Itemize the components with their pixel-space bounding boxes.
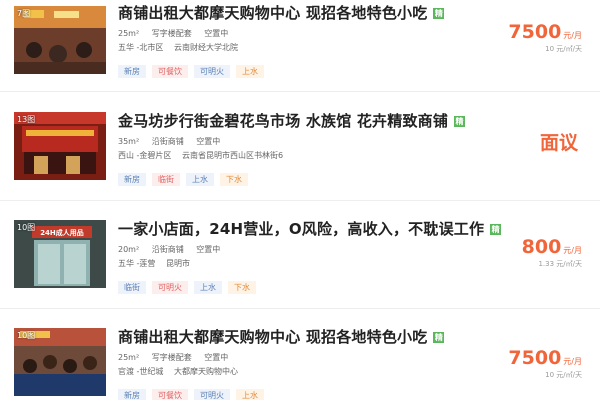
listing-meta: 25m² 写字楼配套 空置中 xyxy=(118,352,238,363)
listing-photo[interactable]: 10图 xyxy=(14,328,106,396)
divider xyxy=(0,91,600,92)
photo-count: 10图 xyxy=(17,331,36,340)
feature: 空置中 xyxy=(196,245,221,254)
unit-price: 10 元/㎡/天 xyxy=(545,371,582,379)
feature: 沿街商铺 xyxy=(151,137,184,146)
tag: 可明火 xyxy=(194,65,230,78)
unit-price: 10 元/㎡/天 xyxy=(545,45,582,53)
listing-card[interactable]: 10图 商铺出租大都摩天购物中心 现招各地特色小吃精 25m² 写字楼配套 空置… xyxy=(0,314,600,400)
listing-title[interactable]: 一家小店面，24H营业，O风险，高收入，不耽误工作精 xyxy=(118,218,502,239)
listing-card[interactable]: 24H成人用品 10图 一家小店面，24H营业，O风险，高收入，不耽误工作精 2… xyxy=(0,206,600,306)
tag: 可明火 xyxy=(152,281,188,294)
verified-badge: 精 xyxy=(454,116,466,127)
price: 7500 xyxy=(508,21,562,43)
price-block: 7500 元/月 10 元/㎡/天 xyxy=(508,347,582,380)
price-negotiable: 面议 xyxy=(539,132,578,154)
listing-title[interactable]: 商铺出租大都摩天购物中心 现招各地特色小吃精 xyxy=(118,2,445,23)
price-block: 7500 元/月 10 元/㎡/天 xyxy=(508,21,582,54)
listing-photo[interactable]: 24H成人用品 10图 xyxy=(14,220,106,288)
divider xyxy=(0,200,600,201)
district: 五华 -北市区 xyxy=(118,43,164,52)
price-block: 800 元/月 1.33 元/㎡/天 xyxy=(522,236,582,269)
tag: 新房 xyxy=(118,65,146,78)
tag: 可餐饮 xyxy=(152,389,188,400)
listing-meta: 35m² 沿街商铺 空置中 xyxy=(118,136,230,147)
listing-title[interactable]: 金马坊步行街金碧花鸟市场 水族馆 花卉精致商铺精 xyxy=(118,110,466,131)
listing-photo[interactable]: 7图 xyxy=(14,6,106,74)
address: 大都摩天购物中心 xyxy=(173,367,238,376)
tag: 上水 xyxy=(236,389,264,400)
verified-badge: 精 xyxy=(433,8,445,19)
listing-card[interactable]: 13图 金马坊步行街金碧花鸟市场 水族馆 花卉精致商铺精 35m² 沿街商铺 空… xyxy=(0,98,600,198)
tag: 上水 xyxy=(186,173,214,186)
price: 800 xyxy=(521,236,562,258)
price: 7500 xyxy=(508,347,562,369)
district: 官渡 -世纪城 xyxy=(118,367,164,376)
tag: 下水 xyxy=(228,281,256,294)
area: 35m² xyxy=(118,137,140,146)
price-unit: 元/月 xyxy=(563,246,582,255)
svg-text:24H成人用品: 24H成人用品 xyxy=(40,228,84,237)
tag-list: 新房 可餐饮 可明火 上水 xyxy=(118,59,270,78)
tag: 新房 xyxy=(118,173,146,186)
listing-location: 五华 -北市区 云南财经大学北院 xyxy=(118,42,246,53)
tag: 临街 xyxy=(118,281,146,294)
tag: 临街 xyxy=(152,173,180,186)
feature: 写字楼配套 xyxy=(151,29,192,38)
tag: 新房 xyxy=(118,389,146,400)
address: 云南省昆明市西山区书林街6 xyxy=(181,151,284,160)
listing-card[interactable]: 7图 商铺出租大都摩天购物中心 现招各地特色小吃精 25m² 写字楼配套 空置中… xyxy=(0,0,600,88)
area: 25m² xyxy=(118,29,140,38)
feature: 空置中 xyxy=(204,29,229,38)
listing-location: 五华 -莲营 昆明市 xyxy=(118,258,198,269)
price-unit: 元/月 xyxy=(563,357,582,366)
photo-count: 13图 xyxy=(17,115,36,124)
listing-title[interactable]: 商铺出租大都摩天购物中心 现招各地特色小吃精 xyxy=(118,326,445,347)
feature: 写字楼配套 xyxy=(151,353,192,362)
price-unit: 元/月 xyxy=(563,31,582,40)
photo-count: 7图 xyxy=(17,9,31,18)
listing-title-text[interactable]: 商铺出租大都摩天购物中心 现招各地特色小吃 xyxy=(118,4,427,22)
verified-badge: 精 xyxy=(433,332,445,343)
district: 五华 -莲营 xyxy=(118,259,156,268)
address: 云南财经大学北院 xyxy=(173,43,238,52)
feature: 空置中 xyxy=(204,353,229,362)
listing-location: 西山 -金碧片区 云南省昆明市西山区书林街6 xyxy=(118,150,291,161)
tag: 可明火 xyxy=(194,389,230,400)
listing-title-text[interactable]: 金马坊步行街金碧花鸟市场 水族馆 花卉精致商铺 xyxy=(118,112,448,130)
tag-list: 新房 临街 上水 下水 xyxy=(118,167,254,186)
listing-list: 7图 商铺出租大都摩天购物中心 现招各地特色小吃精 25m² 写字楼配套 空置中… xyxy=(0,0,600,400)
area: 25m² xyxy=(118,353,140,362)
district: 西山 -金碧片区 xyxy=(118,151,172,160)
tag-list: 临街 可明火 上水 下水 xyxy=(118,275,262,294)
listing-meta: 25m² 写字楼配套 空置中 xyxy=(118,28,238,39)
area: 20m² xyxy=(118,245,140,254)
tag-list: 新房 可餐饮 可明火 上水 xyxy=(118,383,270,400)
divider xyxy=(0,308,600,309)
listing-meta: 20m² 沿街商铺 空置中 xyxy=(118,244,230,255)
tag: 下水 xyxy=(220,173,248,186)
feature: 沿街商铺 xyxy=(151,245,184,254)
feature: 空置中 xyxy=(196,137,221,146)
tag: 可餐饮 xyxy=(152,65,188,78)
listing-title-text[interactable]: 商铺出租大都摩天购物中心 现招各地特色小吃 xyxy=(118,328,427,346)
unit-price: 1.33 元/㎡/天 xyxy=(538,260,582,268)
verified-badge: 精 xyxy=(490,224,502,235)
tag: 上水 xyxy=(194,281,222,294)
photo-count: 10图 xyxy=(17,223,36,232)
listing-photo[interactable]: 13图 xyxy=(14,112,106,180)
address: 昆明市 xyxy=(165,259,190,268)
tag: 上水 xyxy=(236,65,264,78)
listing-location: 官渡 -世纪城 大都摩天购物中心 xyxy=(118,366,246,377)
listing-title-text[interactable]: 一家小店面，24H营业，O风险，高收入，不耽误工作 xyxy=(118,220,484,238)
